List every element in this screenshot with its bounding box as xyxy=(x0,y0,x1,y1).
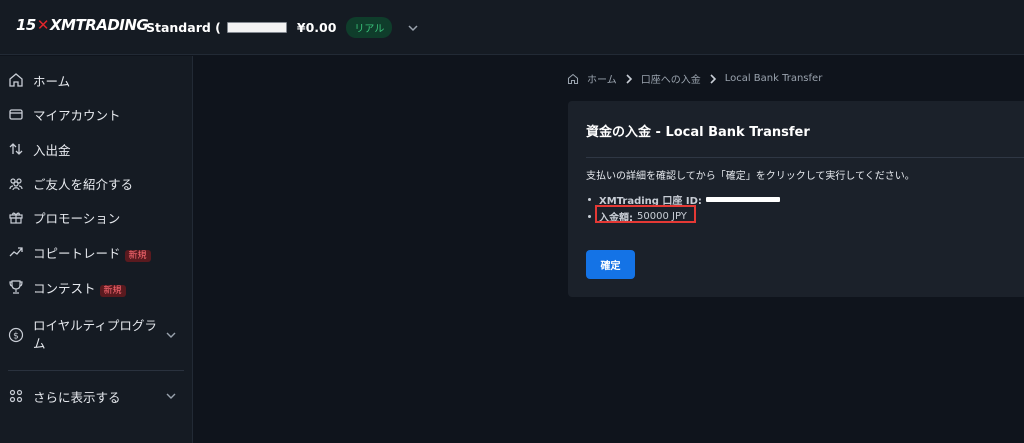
chevron-right-icon xyxy=(710,73,716,84)
top-bar: 15 ✕ XMTRADING Standard ( ¥0.00 リアル xyxy=(0,0,1024,55)
sidebar: ホーム マイアカウント 入出金 ご友人を紹介する プロモーション コピートレード… xyxy=(0,56,193,443)
deposit-confirm-card: 資金の入金 - Local Bank Transfer 支払いの詳細を確認してか… xyxy=(568,101,1024,297)
confirm-button[interactable]: 確定 xyxy=(586,250,635,279)
sidebar-item-label: ご友人を紹介する xyxy=(33,176,134,192)
breadcrumb-deposit[interactable]: 口座への入金 xyxy=(641,71,701,86)
sidebar-item-label: コピートレード 新規 xyxy=(33,243,151,262)
logo-number: 15 xyxy=(16,16,36,34)
svg-text:$: $ xyxy=(13,332,19,342)
gift-icon xyxy=(8,209,24,225)
sidebar-item-contest[interactable]: コンテスト 新規 xyxy=(0,270,193,304)
loyalty-label-line1: ロイヤルティプログラ xyxy=(33,318,157,333)
transfer-icon xyxy=(8,141,24,157)
trophy-icon xyxy=(8,279,24,295)
account-type: Standard ( xyxy=(146,20,221,35)
card-description: 支払いの詳細を確認してから「確定」をクリックして実行してください。 xyxy=(586,171,915,182)
grid-icon xyxy=(8,388,24,404)
home-icon[interactable] xyxy=(567,73,579,85)
contest-label: コンテスト xyxy=(33,280,96,296)
breadcrumb-home[interactable]: ホーム xyxy=(587,71,617,86)
sidebar-divider xyxy=(8,370,184,371)
sidebar-item-promotion[interactable]: プロモーション xyxy=(0,200,193,234)
xm-logo[interactable]: 15 ✕ XMTRADING xyxy=(16,16,149,34)
logo-x-mark: ✕ xyxy=(36,16,50,34)
amount-highlight-box xyxy=(595,205,696,223)
sidebar-item-label: ロイヤルティプログラ ム xyxy=(33,317,157,353)
loyalty-label-line2: ム xyxy=(33,336,46,351)
chevron-down-icon[interactable] xyxy=(406,21,420,35)
home-icon xyxy=(8,72,24,88)
account-balance: ¥0.00 xyxy=(296,20,337,35)
chevron-down-icon[interactable] xyxy=(165,329,177,341)
chevron-right-icon xyxy=(626,73,632,84)
masked-account-id xyxy=(705,197,780,202)
sidebar-item-home[interactable]: ホーム xyxy=(0,63,193,97)
new-badge: 新規 xyxy=(124,249,151,262)
sidebar-item-label: さらに表示する xyxy=(33,389,121,405)
logo-text: XMTRADING xyxy=(49,16,149,34)
friends-icon xyxy=(8,175,24,191)
new-badge: 新規 xyxy=(99,284,126,297)
sidebar-item-copy-trade[interactable]: コピートレード 新規 xyxy=(0,235,193,269)
bullet-dot xyxy=(588,198,591,201)
sidebar-item-my-account[interactable]: マイアカウント xyxy=(0,97,193,131)
wallet-icon xyxy=(8,106,24,122)
breadcrumb-current: Local Bank Transfer xyxy=(724,73,823,84)
sidebar-item-label: コンテスト 新規 xyxy=(33,278,126,297)
account-selector[interactable]: Standard ( ¥0.00 リアル xyxy=(146,17,420,38)
sidebar-item-label: プロモーション xyxy=(33,210,121,226)
breadcrumb: ホーム 口座への入金 Local Bank Transfer xyxy=(567,71,822,86)
chevron-down-icon[interactable] xyxy=(165,390,177,402)
real-account-badge: リアル xyxy=(346,17,393,38)
sidebar-item-label: ホーム xyxy=(33,73,71,89)
sidebar-item-label: 入出金 xyxy=(33,142,71,158)
sidebar-item-show-more[interactable]: さらに表示する xyxy=(0,379,193,413)
sidebar-item-loyalty-program[interactable]: $ ロイヤルティプログラ ム xyxy=(0,313,193,357)
dollar-coin-icon: $ xyxy=(8,327,24,343)
sidebar-item-refer-friend[interactable]: ご友人を紹介する xyxy=(0,166,193,200)
trend-icon xyxy=(8,244,24,260)
bullet-dot xyxy=(588,215,591,218)
sidebar-item-label: マイアカウント xyxy=(33,107,121,123)
card-title: 資金の入金 - Local Bank Transfer xyxy=(586,125,810,140)
sidebar-item-deposit-withdraw[interactable]: 入出金 xyxy=(0,132,193,166)
copy-trade-label: コピートレード xyxy=(33,245,121,261)
card-divider xyxy=(586,157,1024,158)
masked-account-number xyxy=(226,22,287,33)
